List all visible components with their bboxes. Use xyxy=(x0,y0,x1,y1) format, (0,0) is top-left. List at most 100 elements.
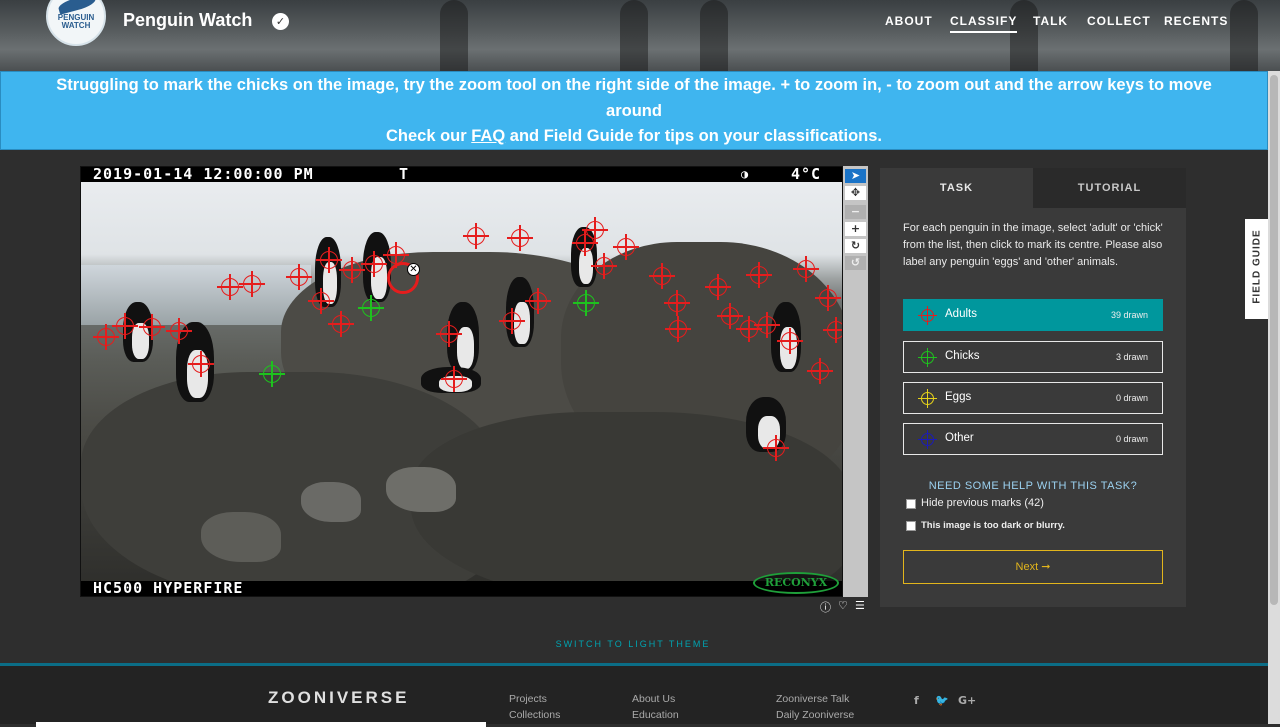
google-plus-icon[interactable]: G+ xyxy=(958,694,976,707)
adult-marker[interactable] xyxy=(286,264,312,290)
adult-marker[interactable] xyxy=(649,263,675,289)
footer-link[interactable]: Collections xyxy=(509,709,560,721)
footer-link[interactable]: About Us xyxy=(632,693,675,705)
rotate-icon[interactable]: ↻ xyxy=(845,239,866,253)
adult-marker[interactable] xyxy=(436,321,462,347)
collections-icon[interactable]: ☰ xyxy=(855,599,865,612)
facebook-icon[interactable]: f xyxy=(914,694,919,707)
adult-marker[interactable] xyxy=(112,313,138,339)
adult-marker[interactable] xyxy=(763,435,789,461)
adult-marker[interactable] xyxy=(507,225,533,251)
banner-text: and Field Guide for tips on your classif… xyxy=(505,127,882,145)
adult-marker[interactable] xyxy=(664,290,690,316)
tool-count: 39 drawn xyxy=(1110,310,1148,320)
hide-marks-checkbox[interactable] xyxy=(906,499,916,509)
rock xyxy=(301,482,361,522)
adult-marker[interactable] xyxy=(93,324,119,350)
nav-talk[interactable]: TALK xyxy=(1033,14,1068,28)
project-logo[interactable]: PENGUIN WATCH xyxy=(46,0,106,46)
adult-marker[interactable] xyxy=(815,285,841,311)
chick-marker[interactable] xyxy=(259,361,285,387)
crosshair-icon xyxy=(918,389,937,408)
timestamp: 2019-01-14 12:00:00 PM xyxy=(93,166,314,183)
delete-mark-icon[interactable]: ✕ xyxy=(407,263,420,276)
adult-marker[interactable] xyxy=(807,358,833,384)
tool-adults[interactable]: Adults 39 drawn xyxy=(903,299,1163,331)
adult-marker[interactable] xyxy=(525,288,551,314)
faq-link[interactable]: FAQ xyxy=(471,127,505,145)
adult-marker[interactable] xyxy=(463,223,489,249)
pointer-icon[interactable]: ➤ xyxy=(845,169,866,183)
penguin-colony-photo[interactable]: ✕ xyxy=(81,182,842,596)
favorite-icon[interactable]: ♡ xyxy=(838,599,848,612)
adult-marker[interactable] xyxy=(665,316,691,342)
adult-marker[interactable] xyxy=(361,251,387,277)
info-icon[interactable]: ⓘ xyxy=(820,599,831,615)
footer-link[interactable]: Daily Zooniverse xyxy=(776,709,854,721)
zooniverse-logo[interactable]: ZOONIVERSE xyxy=(268,688,409,708)
tool-count: 0 drawn xyxy=(1115,393,1148,403)
adult-marker[interactable] xyxy=(777,328,803,354)
adult-marker[interactable] xyxy=(217,274,243,300)
move-icon[interactable]: ✥ xyxy=(845,186,866,200)
adult-marker[interactable] xyxy=(339,257,365,283)
adult-marker[interactable] xyxy=(717,303,743,329)
field-guide-tab[interactable]: FIELD GUIDE xyxy=(1245,219,1268,319)
reconyx-logo: RECONYX xyxy=(753,572,839,594)
site-header: PENGUIN WATCH Penguin Watch ✓ ABOUT CLAS… xyxy=(0,0,1280,71)
banner-line-2: around xyxy=(606,101,662,120)
too-dark-checkbox[interactable] xyxy=(906,521,916,531)
nav-collect[interactable]: COLLECT xyxy=(1087,14,1151,28)
nav-recents[interactable]: RECENTS xyxy=(1164,14,1228,28)
adult-marker[interactable] xyxy=(736,316,762,342)
tab-task[interactable]: TASK xyxy=(880,168,1033,208)
tool-count: 3 drawn xyxy=(1115,352,1148,362)
nav-about[interactable]: ABOUT xyxy=(885,14,933,28)
next-button[interactable]: Next ➞ xyxy=(903,550,1163,584)
site-footer: ZOONIVERSE Projects Collections About Us… xyxy=(0,663,1268,727)
page-scrollbar[interactable] xyxy=(1268,71,1280,724)
adult-marker[interactable] xyxy=(793,256,819,282)
adult-marker[interactable] xyxy=(582,217,608,243)
zoom-out-icon[interactable]: − xyxy=(845,205,866,219)
adult-marker[interactable] xyxy=(188,351,214,377)
adult-marker[interactable] xyxy=(139,314,165,340)
adult-marker[interactable] xyxy=(499,308,525,334)
adult-marker[interactable] xyxy=(746,262,772,288)
chick-marker[interactable] xyxy=(573,290,599,316)
announcement-banner: Struggling to mark the chicks on the ima… xyxy=(0,71,1268,150)
adult-marker[interactable] xyxy=(441,366,467,392)
footer-link[interactable]: Projects xyxy=(509,693,547,705)
scrollbar-thumb[interactable] xyxy=(1270,75,1278,605)
nav-classify[interactable]: CLASSIFY xyxy=(950,14,1018,33)
adult-marker[interactable] xyxy=(823,317,842,343)
footer-link[interactable]: Education xyxy=(632,709,679,721)
switch-theme-link[interactable]: SWITCH TO LIGHT THEME xyxy=(0,639,1266,649)
tool-eggs[interactable]: Eggs 0 drawn xyxy=(903,382,1163,414)
project-title[interactable]: Penguin Watch xyxy=(123,10,252,31)
chick-marker[interactable] xyxy=(358,295,384,321)
adult-marker[interactable] xyxy=(754,312,780,338)
check-badge-icon: ✓ xyxy=(272,13,289,30)
adult-marker[interactable] xyxy=(308,288,334,314)
adult-marker[interactable] xyxy=(316,247,342,273)
tab-tutorial[interactable]: TUTORIAL xyxy=(1033,168,1186,208)
tool-chicks[interactable]: Chicks 3 drawn xyxy=(903,341,1163,373)
rock xyxy=(386,467,456,512)
help-link[interactable]: NEED SOME HELP WITH THIS TASK? xyxy=(903,480,1163,492)
footer-link[interactable]: Zooniverse Talk xyxy=(776,693,849,705)
adult-marker[interactable] xyxy=(591,253,617,279)
adult-marker[interactable] xyxy=(613,234,639,260)
tool-other[interactable]: Other 0 drawn xyxy=(903,423,1163,455)
task-instructions: For each penguin in the image, select 'a… xyxy=(903,222,1163,268)
twitter-icon[interactable]: 🐦 xyxy=(935,694,949,707)
adult-marker[interactable] xyxy=(705,274,731,300)
background-penguin xyxy=(1010,0,1038,71)
zoom-in-icon[interactable]: + xyxy=(845,222,866,236)
adult-marker[interactable] xyxy=(239,271,265,297)
reset-icon[interactable]: ↺ xyxy=(845,256,866,270)
footer-bar xyxy=(36,722,486,727)
adult-marker[interactable] xyxy=(328,311,354,337)
subject-image[interactable]: 2019-01-14 12:00:00 PM T ◑ 4°C ✕ HC500 H… xyxy=(80,166,843,597)
adult-marker[interactable] xyxy=(166,318,192,344)
